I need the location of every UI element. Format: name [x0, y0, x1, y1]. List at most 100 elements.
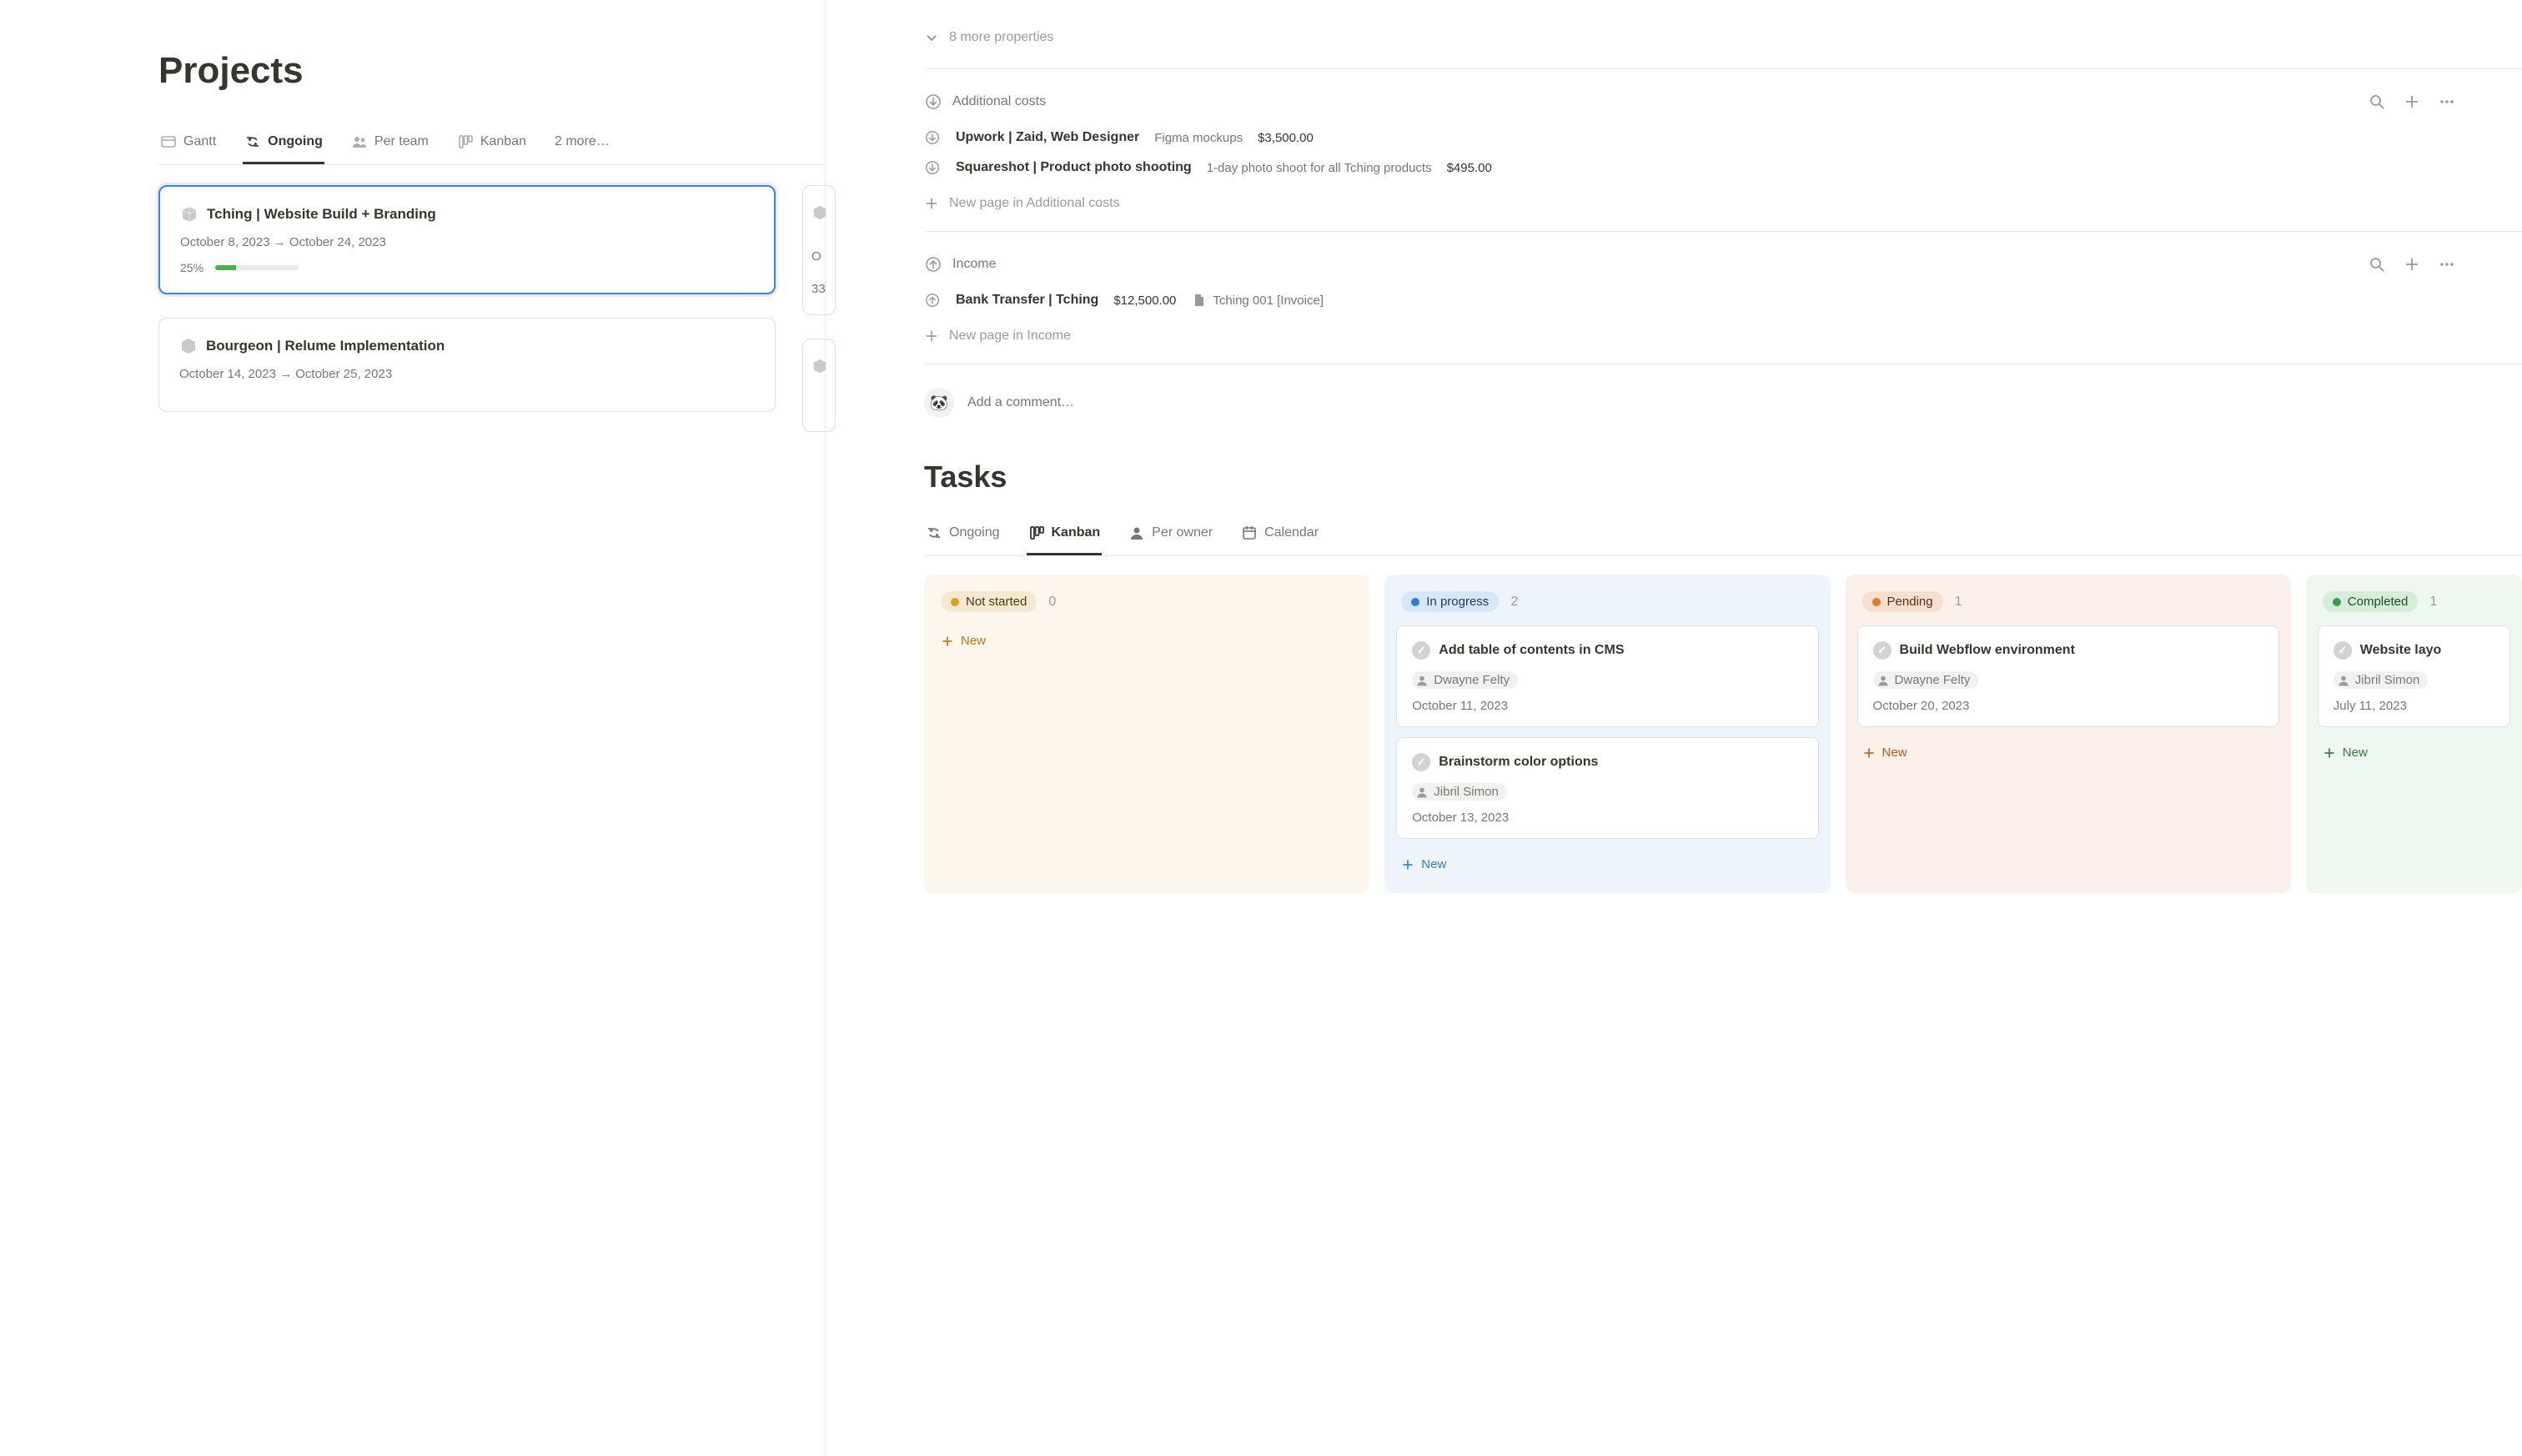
- person-icon: [2337, 674, 2350, 687]
- cost-item-squareshot[interactable]: Squareshot | Product photo shooting 1-da…: [924, 153, 2522, 183]
- board-icon: [1028, 525, 1045, 541]
- projects-tabs: Gantt Ongoing Per team Kanban 2 more…: [158, 125, 825, 165]
- tab-kanban-left-label: Kanban: [480, 134, 526, 149]
- new-additional-cost[interactable]: New page in Additional costs: [924, 183, 2522, 228]
- refresh-icon: [244, 133, 261, 150]
- pill-label: Pending: [1887, 595, 1933, 609]
- kanban-board: Not started 0 New In progress 2: [924, 575, 2522, 893]
- owner-chip[interactable]: Dwayne Felty: [1412, 671, 1518, 689]
- income-item-bank-transfer[interactable]: Bank Transfer | Tching $12,500.00 Tching…: [924, 285, 2522, 315]
- board-icon: [457, 133, 474, 150]
- tab-more[interactable]: 2 more…: [553, 126, 611, 163]
- project-progress: 25%: [180, 261, 754, 274]
- status-pill-pending[interactable]: Pending: [1862, 591, 1943, 612]
- more-icon[interactable]: [2439, 256, 2455, 273]
- new-task-pending[interactable]: New: [1857, 737, 2279, 768]
- tasks-tab-per-owner[interactable]: Per owner: [1127, 518, 1214, 555]
- owner-name: Dwayne Felty: [1434, 673, 1510, 687]
- new-task-completed[interactable]: New: [2318, 737, 2510, 768]
- check-circle-icon: ✓: [1412, 641, 1430, 660]
- person-icon: [1415, 786, 1429, 799]
- kanban-col-in-progress: In progress 2 ✓ Add table of contents in…: [1384, 575, 1830, 893]
- line-item-doc[interactable]: Tching 001 [Invoice]: [1191, 292, 1324, 309]
- tab-kanban-left[interactable]: Kanban: [455, 125, 528, 164]
- project-card-tching[interactable]: Tching | Website Build + Branding Octobe…: [158, 185, 776, 294]
- project-card-dates: October 14, 2023 → October 25, 2023: [179, 367, 755, 381]
- peek-line1: O: [811, 249, 826, 264]
- line-item-sub: Figma mockups: [1154, 131, 1243, 145]
- status-pill-not-started[interactable]: Not started: [941, 591, 1037, 612]
- more-icon[interactable]: [2439, 93, 2455, 110]
- section-additional-costs: Additional costs Upwork | Zaid, Web Desi…: [924, 68, 2522, 231]
- task-date: October 11, 2023: [1412, 699, 1802, 713]
- new-label: New: [1421, 857, 1446, 871]
- line-item-amount: $495.00: [1447, 161, 1492, 175]
- calendar-icon: [1241, 525, 1258, 541]
- comment-input[interactable]: [967, 395, 1384, 410]
- project-cards-row: Tching | Website Build + Branding Octobe…: [158, 185, 825, 432]
- project-card-title: Bourgeon | Relume Implementation: [206, 338, 445, 354]
- task-card[interactable]: ✓ Add table of contents in CMS Dwayne Fe…: [1396, 625, 1818, 727]
- plus-icon: [924, 329, 939, 344]
- col-count: 1: [2429, 595, 2437, 610]
- check-circle-icon: ✓: [2334, 641, 2352, 660]
- col-count: 0: [1048, 595, 1056, 610]
- person-icon: [1415, 674, 1429, 687]
- line-item-amount: $3,500.00: [1258, 131, 1314, 145]
- person-icon: [1128, 525, 1145, 541]
- check-circle-icon: ✓: [1412, 753, 1430, 771]
- new-income[interactable]: New page in Income: [924, 315, 2522, 360]
- line-item-title: Squareshot | Product photo shooting: [956, 160, 1192, 175]
- more-properties-toggle[interactable]: 8 more properties: [924, 30, 2522, 45]
- task-card[interactable]: ✓ Website layo Jibril Simon July 11, 202…: [2318, 625, 2510, 727]
- search-icon[interactable]: [2369, 256, 2385, 273]
- owner-name: Dwayne Felty: [1895, 673, 1971, 687]
- tab-per-team-label: Per team: [374, 134, 429, 149]
- plus-icon[interactable]: [2404, 93, 2420, 110]
- tasks-tab-calendar[interactable]: Calendar: [1239, 518, 1320, 555]
- kanban-col-completed: Completed 1 ✓ Website layo Jibril Simon: [2306, 575, 2522, 893]
- project-card-bourgeon[interactable]: Bourgeon | Relume Implementation October…: [158, 318, 776, 412]
- section-title: Additional costs: [952, 94, 1046, 109]
- search-icon[interactable]: [2369, 93, 2385, 110]
- task-title: Brainstorm color options: [1439, 755, 1598, 770]
- more-properties-label: 8 more properties: [949, 30, 1053, 45]
- col-count: 2: [1510, 595, 1518, 610]
- tab-more-label: 2 more…: [555, 134, 610, 149]
- tasks-tab-ongoing[interactable]: Ongoing: [924, 518, 1002, 555]
- arrow-down-circle-icon: [924, 159, 941, 176]
- progress-bar: [215, 265, 299, 270]
- owner-chip[interactable]: Jibril Simon: [1412, 783, 1507, 801]
- tab-per-team[interactable]: Per team: [349, 125, 430, 164]
- cube-icon: [180, 205, 198, 223]
- task-card[interactable]: ✓ Build Webflow environment Dwayne Felty…: [1857, 625, 2279, 727]
- owner-chip[interactable]: Dwayne Felty: [1873, 671, 1979, 689]
- cost-item-upwork[interactable]: Upwork | Zaid, Web Designer Figma mockup…: [924, 123, 2522, 153]
- new-label: New: [961, 634, 986, 648]
- arrow-up-circle-icon: [924, 255, 942, 274]
- owner-chip[interactable]: Jibril Simon: [2334, 671, 2429, 689]
- new-task-in-progress[interactable]: New: [1396, 849, 1818, 880]
- tasks-tab-label: Calendar: [1264, 525, 1319, 540]
- kanban-col-pending: Pending 1 ✓ Build Webflow environment Dw…: [1846, 575, 2291, 893]
- tasks-tabs: Ongoing Kanban Per owner Calendar: [924, 518, 2522, 556]
- project-card-dates: October 8, 2023 → October 24, 2023: [180, 235, 754, 249]
- plus-icon: [941, 635, 954, 648]
- plus-icon[interactable]: [2404, 256, 2420, 273]
- tab-gantt[interactable]: Gantt: [158, 125, 218, 164]
- section-income: Income Bank Transfer | Tching $12,500.00: [924, 231, 2522, 364]
- tab-ongoing-label: Ongoing: [268, 134, 323, 149]
- tasks-tab-label: Per owner: [1152, 525, 1213, 540]
- status-pill-completed[interactable]: Completed: [2323, 591, 2419, 612]
- task-card[interactable]: ✓ Brainstorm color options Jibril Simon …: [1396, 737, 1818, 839]
- status-pill-in-progress[interactable]: In progress: [1401, 591, 1499, 612]
- new-task-not-started[interactable]: New: [936, 625, 1358, 656]
- line-item-doc-label: Tching 001 [Invoice]: [1213, 294, 1324, 308]
- detail-panel: 8 more properties Additional costs: [826, 0, 2522, 1456]
- plus-icon: [924, 196, 939, 211]
- line-item-title: Bank Transfer | Tching: [956, 293, 1098, 308]
- tasks-tab-kanban[interactable]: Kanban: [1027, 518, 1103, 555]
- section-title: Income: [952, 257, 996, 272]
- arrow-down-circle-icon: [924, 93, 942, 111]
- tab-ongoing[interactable]: Ongoing: [243, 125, 324, 164]
